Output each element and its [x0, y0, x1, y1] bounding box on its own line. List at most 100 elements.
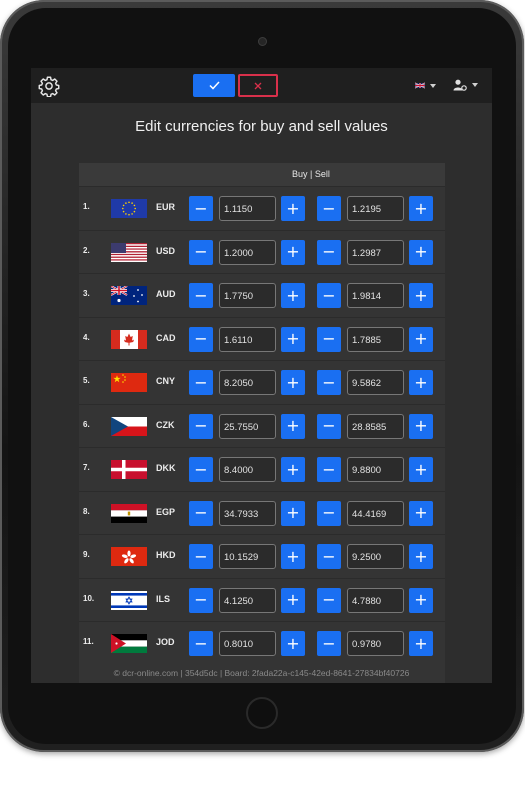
- cancel-button[interactable]: [238, 74, 278, 97]
- decrease-sell-button[interactable]: −: [317, 457, 341, 482]
- user-settings-icon: [453, 79, 467, 91]
- currency-code: CAD: [156, 332, 176, 343]
- row-index: 7.: [83, 463, 90, 472]
- buy-rate-input[interactable]: 8.2050: [219, 370, 276, 395]
- checkmark-icon: [208, 81, 220, 90]
- increase-sell-button[interactable]: +: [409, 239, 433, 265]
- language-dropdown[interactable]: [415, 82, 436, 89]
- decrease-buy-button[interactable]: −: [189, 457, 213, 482]
- table-row: 8. EGP −34.7933 + −44.4169 +: [79, 490, 445, 535]
- increase-sell-button[interactable]: +: [409, 196, 433, 221]
- decrease-buy-button[interactable]: −: [189, 239, 213, 265]
- sell-rate-input[interactable]: 1.9814: [347, 283, 404, 308]
- decrease-buy-button[interactable]: −: [189, 283, 213, 308]
- increase-buy-button[interactable]: +: [281, 326, 305, 352]
- egp-flag-icon: [111, 503, 147, 523]
- decrease-buy-button[interactable]: −: [189, 326, 213, 352]
- increase-sell-button[interactable]: +: [409, 587, 433, 613]
- decrease-sell-button[interactable]: −: [317, 370, 341, 395]
- increase-buy-button[interactable]: +: [281, 283, 305, 308]
- increase-buy-button[interactable]: +: [281, 457, 305, 482]
- close-icon: [254, 82, 262, 89]
- aud-flag-icon: [111, 286, 147, 305]
- increase-buy-button[interactable]: +: [281, 239, 305, 265]
- row-index: 9.: [83, 550, 90, 559]
- decrease-buy-button[interactable]: −: [189, 631, 213, 656]
- increase-sell-button[interactable]: +: [409, 370, 433, 395]
- user-menu-dropdown[interactable]: [453, 79, 478, 91]
- sell-rate-input[interactable]: 9.2500: [347, 544, 404, 569]
- sell-rate-input[interactable]: 1.7885: [347, 326, 404, 352]
- increase-sell-button[interactable]: +: [409, 413, 433, 439]
- decrease-sell-button[interactable]: −: [317, 283, 341, 308]
- eur-flag-icon: [111, 199, 147, 218]
- top-bar: [31, 68, 492, 103]
- currency-table: Buy | Sell 1. EUR −1.1150 + −1.2195 +2. USD −1.…: [79, 163, 445, 683]
- sell-rate-input[interactable]: 1.2987: [347, 239, 404, 265]
- gear-icon[interactable]: [38, 75, 60, 97]
- currency-code: AUD: [156, 289, 176, 299]
- decrease-sell-button[interactable]: −: [317, 326, 341, 352]
- sell-rate-input[interactable]: 9.5862: [347, 370, 404, 395]
- table-row: 3. AUD −1.7750 + −1.9814 +: [79, 273, 445, 317]
- decrease-sell-button[interactable]: −: [317, 196, 341, 221]
- buy-rate-input[interactable]: 25.7550: [219, 413, 276, 439]
- row-index: 5.: [83, 376, 90, 385]
- row-index: 2.: [83, 245, 90, 255]
- decrease-sell-button[interactable]: −: [317, 239, 341, 265]
- decrease-sell-button[interactable]: −: [317, 631, 341, 656]
- sell-rate-input[interactable]: 44.4169: [347, 500, 404, 526]
- increase-buy-button[interactable]: +: [281, 631, 305, 656]
- sell-rate-input[interactable]: 0.9780: [347, 631, 404, 656]
- increase-buy-button[interactable]: +: [281, 544, 305, 569]
- increase-sell-button[interactable]: +: [409, 283, 433, 308]
- decrease-buy-button[interactable]: −: [189, 500, 213, 526]
- increase-buy-button[interactable]: +: [281, 370, 305, 395]
- decrease-buy-button[interactable]: −: [189, 544, 213, 569]
- table-row: 4. CAD −1.6110 + −1.7885 +: [79, 316, 445, 361]
- buy-rate-input[interactable]: 1.7750: [219, 283, 276, 308]
- increase-sell-button[interactable]: +: [409, 500, 433, 526]
- decrease-buy-button[interactable]: −: [189, 370, 213, 395]
- row-index: 11.: [83, 637, 94, 646]
- buy-rate-input[interactable]: 8.4000: [219, 457, 276, 482]
- decrease-sell-button[interactable]: −: [317, 413, 341, 439]
- sell-rate-input[interactable]: 9.8800: [347, 457, 404, 482]
- home-button[interactable]: [246, 697, 278, 729]
- buy-rate-input[interactable]: 34.7933: [219, 500, 276, 526]
- decrease-buy-button[interactable]: −: [189, 196, 213, 221]
- buy-rate-input[interactable]: 1.1150: [219, 196, 276, 221]
- increase-buy-button[interactable]: +: [281, 413, 305, 439]
- decrease-sell-button[interactable]: −: [317, 587, 341, 613]
- currency-code: EUR: [156, 202, 176, 212]
- sell-rate-input[interactable]: 28.8585: [347, 413, 404, 439]
- decrease-sell-button[interactable]: −: [317, 500, 341, 526]
- chevron-down-icon: [430, 83, 436, 88]
- buy-rate-input[interactable]: 1.2000: [219, 239, 276, 265]
- increase-sell-button[interactable]: +: [409, 326, 433, 352]
- increase-buy-button[interactable]: +: [281, 500, 305, 526]
- currency-code: DKK: [156, 463, 176, 473]
- decrease-buy-button[interactable]: −: [189, 413, 213, 439]
- buy-rate-input[interactable]: 10.1529: [219, 544, 276, 569]
- decrease-buy-button[interactable]: −: [189, 587, 213, 613]
- row-index: 3.: [83, 289, 90, 298]
- buy-rate-input[interactable]: 0.8010: [219, 631, 276, 656]
- sell-rate-input[interactable]: 4.7880: [347, 587, 404, 613]
- confirm-button[interactable]: [193, 74, 235, 97]
- sell-rate-input[interactable]: 1.2195: [347, 196, 404, 221]
- cad-flag-icon: [111, 329, 147, 349]
- currency-code: CNY: [156, 376, 176, 386]
- buy-rate-input[interactable]: 4.1250: [219, 587, 276, 613]
- camera-icon: [258, 37, 267, 46]
- buy-rate-input[interactable]: 1.6110: [219, 326, 276, 352]
- increase-sell-button[interactable]: +: [409, 544, 433, 569]
- row-index: 4.: [83, 332, 90, 342]
- increase-sell-button[interactable]: +: [409, 631, 433, 656]
- decrease-sell-button[interactable]: −: [317, 544, 341, 569]
- increase-buy-button[interactable]: +: [281, 196, 305, 221]
- increase-sell-button[interactable]: +: [409, 457, 433, 482]
- footer-text: © dcr-online.com | 354d5dc | Board: 2fad…: [113, 668, 410, 678]
- row-index: 8.: [83, 506, 90, 516]
- increase-buy-button[interactable]: +: [281, 587, 305, 613]
